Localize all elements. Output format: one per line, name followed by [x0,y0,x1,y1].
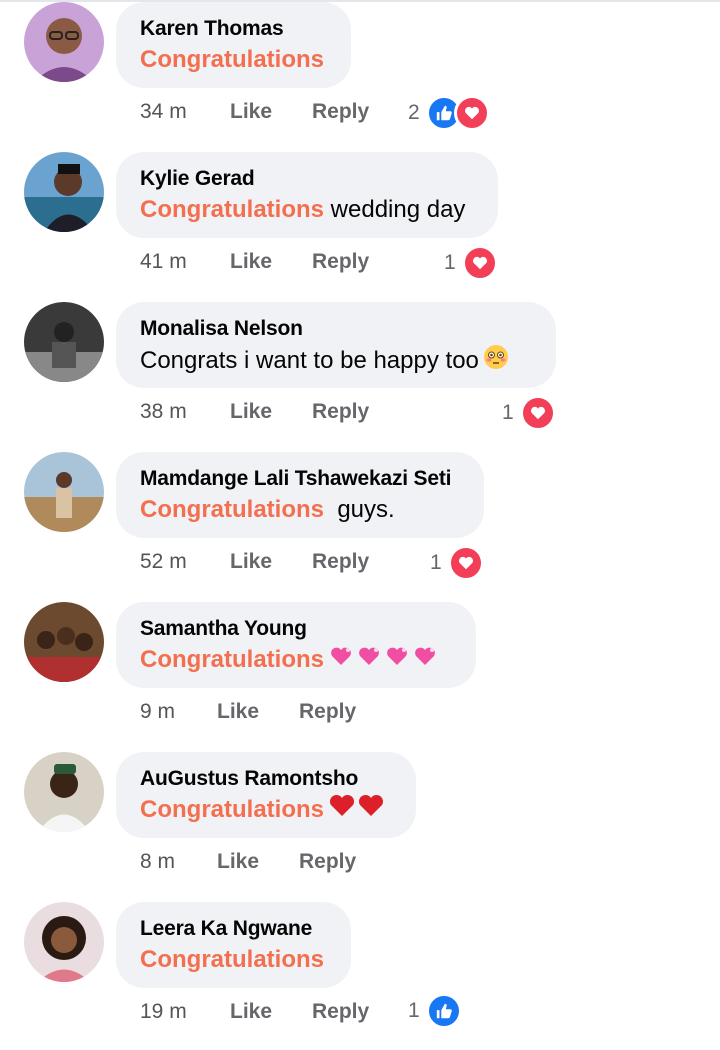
comment-time[interactable]: 8 m [140,850,175,874]
like-button[interactable]: Like [230,100,272,124]
avatar[interactable] [24,152,104,232]
comment-text: Congratulations [140,44,327,76]
comment-keyword: Congratulations [140,646,324,673]
comment-author[interactable]: Mamdange Lali Tshawekazi Seti [140,466,460,492]
reply-button[interactable]: Reply [299,700,356,724]
comment-bubble: Monalisa Nelson Congrats i want to be ha… [116,302,556,388]
comment-text: Congratulations [140,794,392,827]
reaction-summary[interactable]: 1 [444,245,498,281]
comment-bubble: Samantha Young Congratulations [116,602,476,688]
comment-bubble: Mamdange Lali Tshawekazi Seti Congratula… [116,452,484,538]
comment-bubble: Kylie Gerad Congratulations wedding day [116,152,498,238]
comment-actions: 41 m Like Reply [0,250,720,278]
comment-time[interactable]: 41 m [140,250,187,274]
reply-button[interactable]: Reply [299,850,356,874]
comment-author[interactable]: AuGustus Ramontsho [140,766,392,792]
reaction-summary[interactable]: 1 [502,395,556,431]
comment-item: Samantha Young Congratulations 9 m Like … [0,600,720,750]
comment-keyword: Congratulations [140,796,324,823]
avatar[interactable] [24,602,104,682]
comment-time[interactable]: 34 m [140,100,187,124]
love-icon [519,395,556,431]
comment-actions: 8 m Like Reply [0,850,720,878]
avatar[interactable] [24,902,104,982]
comment-text: Congrats i want to be happy too [140,344,532,379]
avatar[interactable] [24,752,104,832]
reply-button[interactable]: Reply [312,1000,369,1024]
like-button[interactable]: Like [230,1000,272,1024]
comment-author[interactable]: Kylie Gerad [140,166,474,192]
comment-item: Karen Thomas Congratulations 34 m Like R… [0,0,720,150]
reaction-summary[interactable]: 2 [408,95,490,131]
comment-text: Congratulations [140,644,452,677]
comment-keyword: Congratulations [140,46,324,73]
comment-rest: Congrats i want to be happy too [140,346,479,374]
comment-actions: 52 m Like Reply [0,550,720,578]
comment-keyword: Congratulations [140,946,324,973]
love-icon [447,545,484,581]
red-heart-emojis [328,794,386,827]
comment-actions: 19 m Like Reply [0,1000,720,1028]
like-button[interactable]: Like [230,550,272,574]
reaction-count: 2 [408,101,420,124]
reaction-count: 1 [430,551,442,574]
comment-author[interactable]: Samantha Young [140,616,452,642]
comment-author[interactable]: Leera Ka Ngwane [140,916,327,942]
like-button[interactable]: Like [217,850,259,874]
comment-time[interactable]: 38 m [140,400,187,424]
reply-button[interactable]: Reply [312,550,369,574]
reply-button[interactable]: Reply [312,250,369,274]
like-icon [425,993,462,1029]
like-button[interactable]: Like [217,700,259,724]
comment-actions: 34 m Like Reply [0,100,720,128]
avatar[interactable] [24,452,104,532]
reaction-summary[interactable]: 1 [430,545,484,581]
reaction-summary[interactable]: 1 [408,993,462,1029]
sparkling-heart-emojis [328,644,438,677]
avatar[interactable] [24,2,104,82]
flushed-face-emoji [483,344,509,379]
comment-bubble: AuGustus Ramontsho Congratulations [116,752,416,838]
comment-bubble: Leera Ka Ngwane Congratulations [116,902,351,988]
like-button[interactable]: Like [230,250,272,274]
reply-button[interactable]: Reply [312,100,369,124]
comment-bubble: Karen Thomas Congratulations [116,2,351,88]
comment-item: Leera Ka Ngwane Congratulations 19 m Lik… [0,900,720,1050]
comment-rest: wedding day [324,196,466,223]
comment-time[interactable]: 19 m [140,1000,187,1024]
comment-actions: 38 m Like Reply [0,400,720,428]
comment-actions: 9 m Like Reply [0,700,720,728]
comment-text: Congratulations guys. [140,494,460,526]
reaction-count: 1 [408,999,420,1022]
comment-item: Kylie Gerad Congratulations wedding day … [0,150,720,300]
comment-text: Congratulations [140,944,327,976]
reaction-count: 1 [444,251,456,274]
avatar[interactable] [24,302,104,382]
reply-button[interactable]: Reply [312,400,369,424]
comment-rest: guys. [324,496,395,523]
comment-time[interactable]: 52 m [140,550,187,574]
comment-keyword: Congratulations [140,196,324,223]
comment-text: Congratulations wedding day [140,194,474,226]
love-icon [461,245,498,281]
comment-time[interactable]: 9 m [140,700,175,724]
comment-item: Monalisa Nelson Congrats i want to be ha… [0,300,720,450]
like-button[interactable]: Like [230,400,272,424]
love-icon [453,95,490,131]
comment-author[interactable]: Karen Thomas [140,16,327,42]
comment-item: Mamdange Lali Tshawekazi Seti Congratula… [0,450,720,600]
comment-author[interactable]: Monalisa Nelson [140,316,532,342]
comment-keyword: Congratulations [140,496,324,523]
reaction-count: 1 [502,401,514,424]
comment-item: AuGustus Ramontsho Congratulations 8 m L… [0,750,720,900]
